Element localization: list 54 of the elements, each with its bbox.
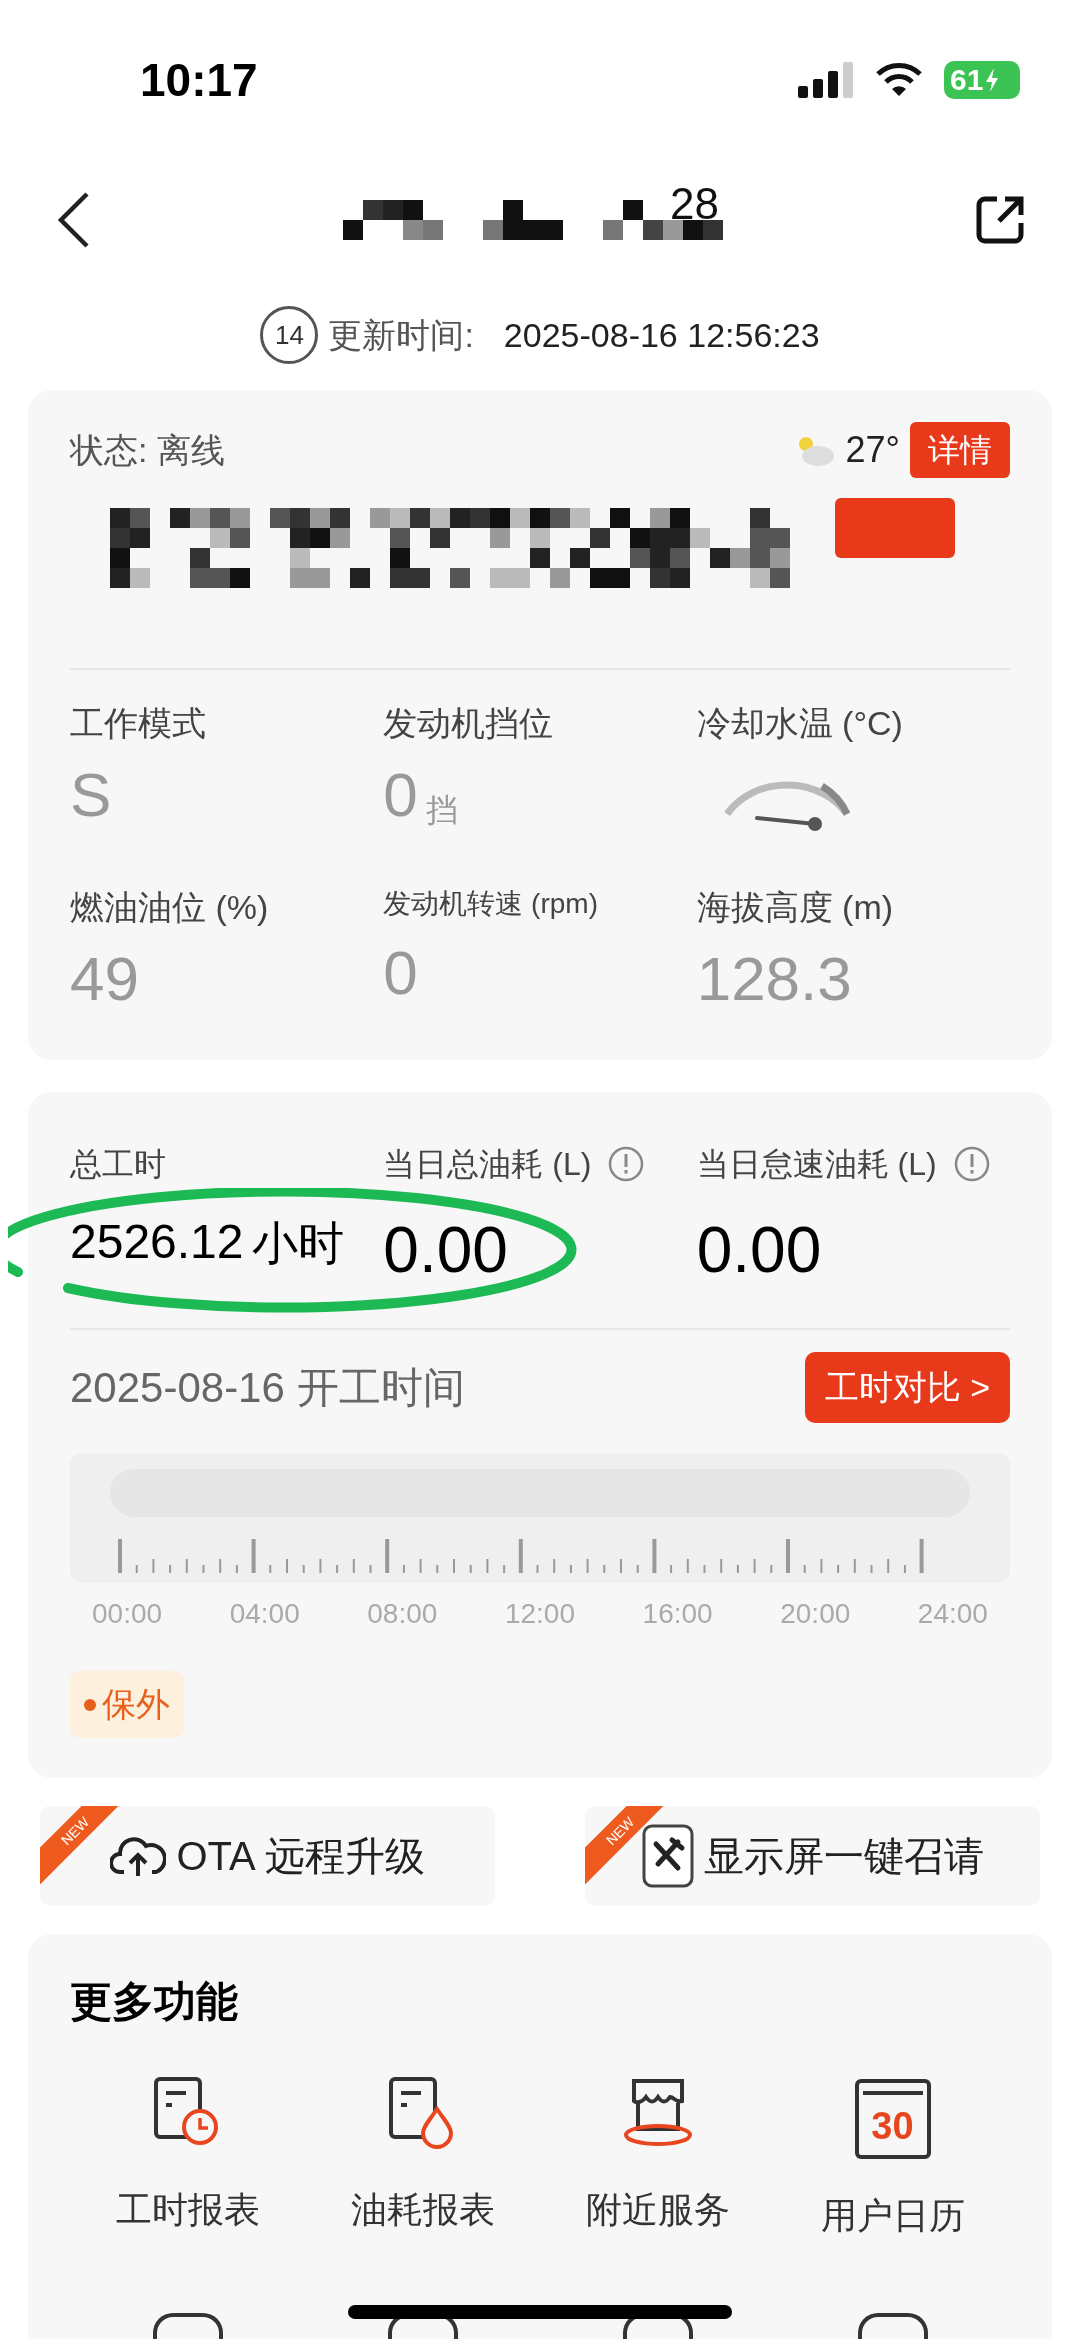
stat-value: 0.00 [383,1218,508,1282]
metric-label: 发动机转速 (rpm) [383,890,599,918]
metric-label: 发动机挡位 [383,706,555,740]
time-tick-label: 04:00 [229,1597,300,1631]
time-tick-label: 24:00 [917,1597,988,1631]
stat-value: 2526.12 [70,1218,244,1266]
signal-icon [798,62,854,98]
metric-value: 0 [383,764,418,826]
refresh-countdown[interactable]: 14 [260,306,319,364]
stat-unit: 小时 [251,1220,344,1266]
update-time: 2025-08-16 12:56:23 [503,314,820,356]
info-icon[interactable] [952,1145,991,1183]
tools-icon [641,1824,694,1888]
stat-value: 0.00 [696,1218,822,1282]
metric-label: 燃油油位 (%) [70,890,270,924]
battery-indicator: 61 [944,61,1020,99]
metric-value: 128.3 [696,948,852,1010]
time-tick-label: 20:00 [780,1597,851,1631]
metric-label: 海拔高度 (m) [696,890,895,924]
metric-value: 49 [70,948,139,1010]
time-tick-label: 16:00 [642,1597,713,1631]
wifi-icon [876,62,922,98]
back-icon[interactable] [55,190,91,250]
metric-value: 0 [383,942,418,1004]
update-label: 更新时间: [328,314,474,356]
status-text: 状态: 离线 [70,429,225,471]
time-tick-label: 12:00 [504,1597,575,1631]
feature-label: 显示屏一键召请 [703,1833,984,1880]
nav-title: 28 [670,182,719,226]
stat-label: 总工时 [70,1145,166,1184]
calendar-icon: 30 [854,2079,931,2159]
work-date-title: 2025-08-16 开工时间 [70,1363,465,1413]
more-item[interactable]: 油耗报表 [305,2073,540,2243]
stat-label: 当日总油耗 (L) [383,1145,592,1184]
more-item[interactable]: 30 用户日历 [775,2073,1010,2243]
compare-button[interactable]: 工时对比 > [804,1352,1010,1423]
feature-label: OTA 远程升级 [176,1833,425,1880]
metric-label: 冷却水温 (°C) [696,706,904,740]
detail-button[interactable]: 详情 [910,422,1010,478]
more-title: 更多功能 [70,1978,238,2025]
metric-value: S [70,764,112,826]
metric-label: 工作模式 [70,706,207,740]
metric-unit: 挡 [425,794,458,826]
stat-label: 当日怠速油耗 (L) [696,1145,937,1184]
time-tick-label: 08:00 [367,1597,438,1631]
info-icon[interactable] [607,1145,646,1183]
status-time: 10:17 [140,52,258,108]
share-icon[interactable] [975,195,1025,245]
temperature: 27° [845,428,900,472]
cloud-upload-icon [110,1834,167,1878]
more-item[interactable]: 附近服务 [540,2073,775,2243]
time-tick-label: 00:00 [92,1597,163,1631]
more-item[interactable]: 工时报表 [70,2073,305,2243]
warranty-tag: 保外 [70,1671,184,1738]
